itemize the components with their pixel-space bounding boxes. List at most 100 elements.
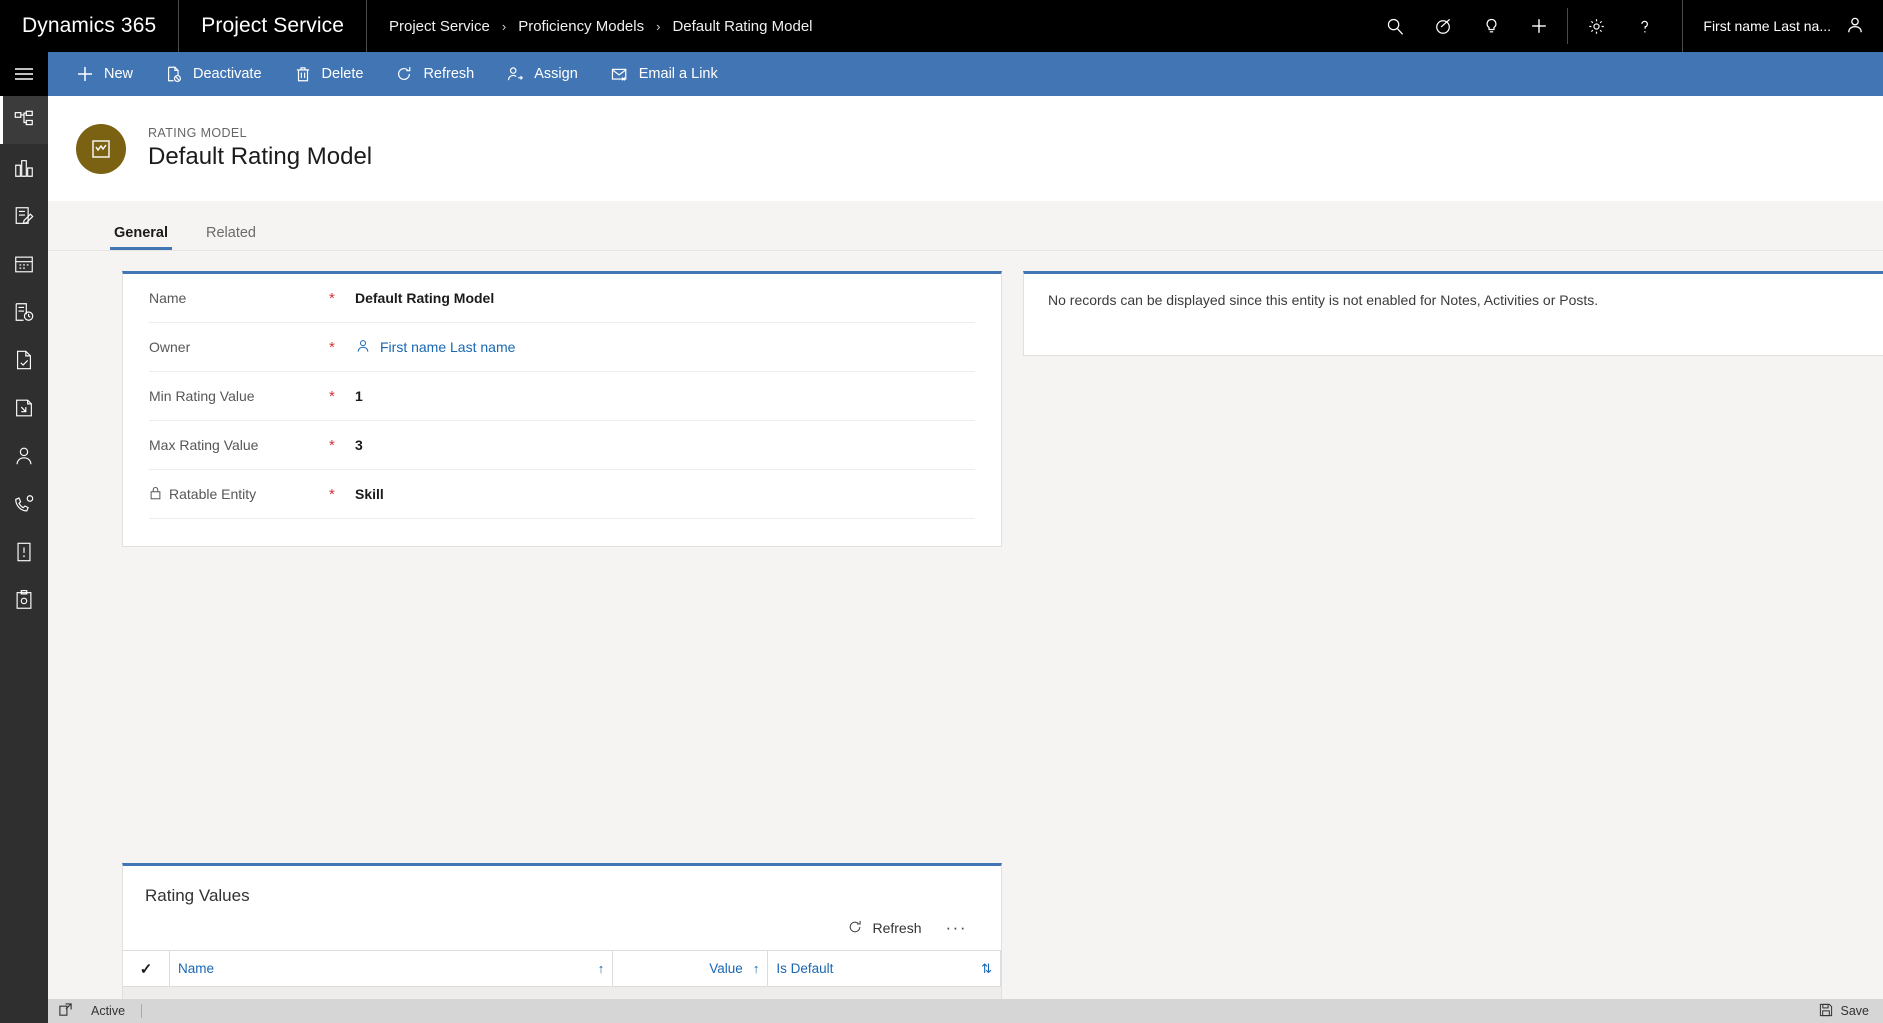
brand-dynamics365[interactable]: Dynamics 365	[0, 0, 180, 52]
field-value-owner[interactable]: First name Last name	[355, 338, 515, 357]
notes-empty-message: No records can be displayed since this e…	[1048, 292, 1599, 308]
column-header-name-label: Name	[178, 961, 215, 976]
refresh-button[interactable]: Refresh	[379, 52, 490, 96]
refresh-button-label: Refresh	[423, 66, 475, 82]
user-account-menu[interactable]: First name Last na...	[1682, 0, 1883, 52]
assistant-icon[interactable]	[1419, 0, 1467, 52]
field-value-max-rating-value[interactable]: 3	[355, 437, 363, 453]
record-avatar	[76, 123, 126, 174]
record-header-text: RATING MODEL Default Rating Model	[148, 126, 372, 171]
sidebar-item-alert-document[interactable]	[0, 528, 48, 576]
tab-general[interactable]: General	[110, 225, 172, 250]
sidebar-item-folder-arrow[interactable]	[0, 384, 48, 432]
assign-button[interactable]: Assign	[490, 52, 594, 96]
field-label-owner: Owner	[149, 339, 329, 355]
breadcrumb-item-0[interactable]: Project Service	[389, 18, 490, 35]
sidebar-item-sitemap[interactable]	[0, 96, 48, 144]
sidebar-item-phone-gear[interactable]	[0, 480, 48, 528]
email-a-link-button[interactable]: Email a Link	[594, 52, 734, 96]
deactivate-button[interactable]: Deactivate	[149, 52, 278, 96]
form-content: Name * Default Rating Model Owner * Firs…	[48, 251, 1883, 999]
column-header-is-default-label: Is Default	[776, 961, 834, 976]
assign-button-label: Assign	[534, 66, 578, 82]
column-header-is-default[interactable]: Is Default ⇅	[767, 950, 1001, 987]
field-value-min-rating-value[interactable]: 1	[355, 388, 363, 404]
rating-model-icon	[92, 139, 110, 158]
topnav-icon-group	[1357, 0, 1682, 52]
chevron-right-icon: ›	[656, 18, 661, 34]
breadcrumb-item-1[interactable]: Proficiency Models	[518, 18, 644, 35]
column-header-value[interactable]: Value ↑	[612, 950, 768, 987]
field-label-min-rating-value: Min Rating Value	[149, 388, 329, 404]
email-link-icon	[610, 65, 629, 84]
top-navigation-bar: Dynamics 365 Project Service Project Ser…	[0, 0, 1883, 52]
deactivate-icon	[165, 65, 183, 83]
sidebar-item-notes-edit[interactable]	[0, 192, 48, 240]
table-header-row: ✓ Name ↑ Value ↑ Is Default ⇅	[123, 950, 1001, 987]
cell-is-default: No	[767, 986, 1001, 999]
row-select-checkbox[interactable]	[123, 986, 170, 999]
help-icon[interactable]	[1620, 0, 1668, 52]
rating-values-subgrid: Rating Values Refresh ··· ✓ Name ↑ Value…	[122, 863, 1002, 999]
gear-icon[interactable]	[1572, 0, 1620, 52]
user-name-label: First name Last na...	[1703, 18, 1831, 34]
subgrid-refresh-button[interactable]: Refresh	[837, 913, 931, 943]
hamburger-icon[interactable]	[0, 52, 48, 96]
trash-icon	[294, 65, 312, 83]
field-label-ratable-entity-text: Ratable Entity	[169, 486, 257, 502]
cell-name[interactable]: Familiar	[169, 986, 613, 999]
subgrid-title: Rating Values	[145, 886, 250, 905]
search-icon[interactable]	[1371, 0, 1419, 52]
plus-icon[interactable]	[1515, 0, 1563, 52]
popout-icon[interactable]	[58, 1002, 73, 1020]
sidebar-item-document-check[interactable]	[0, 336, 48, 384]
sort-ascending-icon: ↑	[752, 961, 760, 976]
notes-panel: No records can be displayed since this e…	[1023, 271, 1883, 356]
field-label-max-rating-value-text: Max Rating Value	[149, 437, 259, 453]
field-label-min-rating-value-text: Min Rating Value	[149, 388, 255, 404]
rating-values-table: ✓ Name ↑ Value ↑ Is Default ⇅	[123, 950, 1001, 999]
field-row-name[interactable]: Name * Default Rating Model	[149, 274, 975, 323]
assign-person-icon	[506, 65, 524, 83]
column-header-name[interactable]: Name ↑	[169, 950, 613, 987]
save-button-label: Save	[1840, 1004, 1870, 1018]
refresh-icon	[847, 919, 863, 938]
new-button[interactable]: New	[60, 52, 149, 96]
general-section: Name * Default Rating Model Owner * Firs…	[122, 271, 1002, 547]
record-header: RATING MODEL Default Rating Model	[48, 96, 1883, 201]
new-button-label: New	[104, 66, 134, 82]
table-row[interactable]: Familiar 1 No	[123, 986, 1001, 999]
tab-related[interactable]: Related	[202, 225, 260, 250]
field-label-owner-text: Owner	[149, 339, 191, 355]
sidebar-item-calendar[interactable]	[0, 240, 48, 288]
record-page: RATING MODEL Default Rating Model Genera…	[48, 96, 1883, 999]
form-tabs: General Related	[48, 201, 1883, 251]
field-label-max-rating-value: Max Rating Value	[149, 437, 329, 453]
field-value-name[interactable]: Default Rating Model	[355, 290, 494, 306]
field-row-min-rating-value[interactable]: Min Rating Value * 1	[149, 372, 975, 421]
left-navigation-rail	[0, 52, 48, 1023]
breadcrumb-item-2[interactable]: Default Rating Model	[672, 18, 812, 35]
required-indicator: *	[329, 485, 335, 503]
plus-icon	[76, 65, 94, 83]
checkmark-icon: ✓	[139, 960, 153, 978]
field-label-ratable-entity: Ratable Entity	[149, 486, 329, 503]
delete-button[interactable]: Delete	[278, 52, 380, 96]
app-name-project-service[interactable]: Project Service	[179, 0, 367, 52]
field-row-max-rating-value[interactable]: Max Rating Value * 3	[149, 421, 975, 470]
subgrid-toolbar: Refresh ···	[123, 906, 1001, 950]
sidebar-item-person[interactable]	[0, 432, 48, 480]
lightbulb-icon[interactable]	[1467, 0, 1515, 52]
field-row-owner[interactable]: Owner * First name Last name	[149, 323, 975, 372]
subgrid-more-commands-button[interactable]: ···	[938, 918, 975, 938]
sidebar-item-dashboard[interactable]	[0, 144, 48, 192]
sidebar-item-clipboard-gear[interactable]	[0, 576, 48, 624]
save-button[interactable]: Save	[1819, 1003, 1870, 1020]
column-header-value-label: Value	[709, 961, 743, 976]
column-header-select-all[interactable]: ✓	[123, 950, 170, 987]
deactivate-button-label: Deactivate	[193, 66, 262, 82]
sidebar-item-report-clock[interactable]	[0, 288, 48, 336]
delete-button-label: Delete	[321, 66, 364, 82]
refresh-icon	[395, 65, 413, 83]
breadcrumb: Project Service › Proficiency Models › D…	[367, 0, 835, 52]
